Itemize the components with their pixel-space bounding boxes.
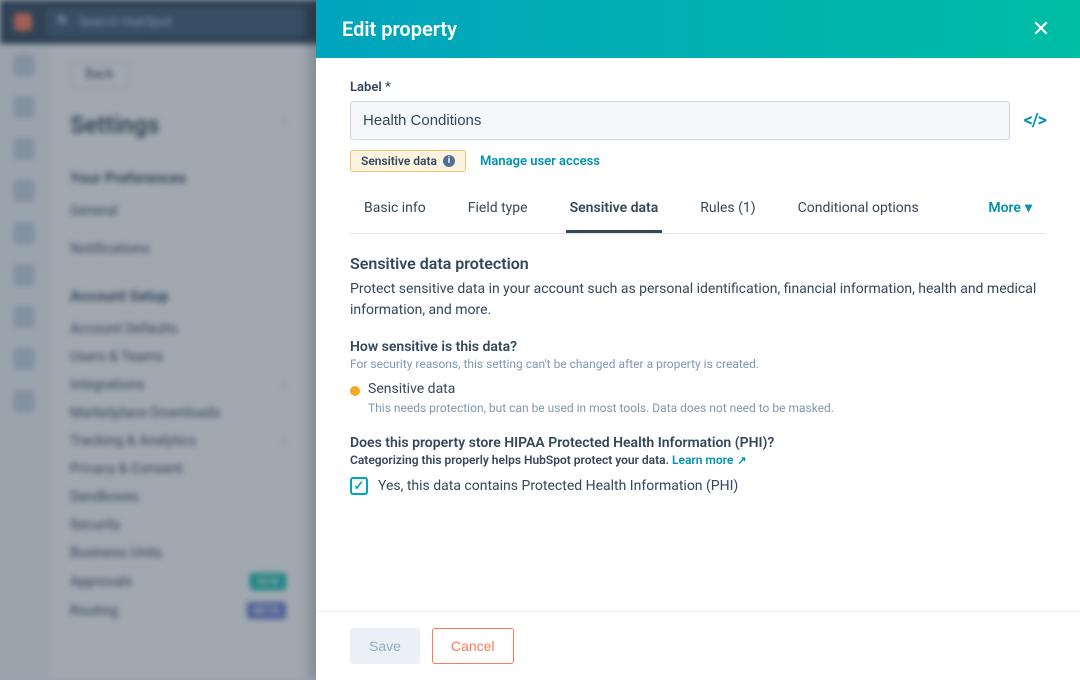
tab-sensitive-data[interactable]: Sensitive data bbox=[566, 190, 663, 233]
pill-label: Sensitive data bbox=[361, 154, 437, 168]
close-icon: ✕ bbox=[1032, 17, 1050, 42]
learn-more-link[interactable]: Learn more ↗ bbox=[672, 453, 747, 467]
how-sensitive-heading: How sensitive is this data? bbox=[350, 339, 1046, 355]
label-text: Label bbox=[350, 80, 382, 95]
code-toggle-icon[interactable]: </> bbox=[1024, 110, 1046, 131]
sensitivity-level-label: Sensitive data bbox=[368, 381, 455, 397]
save-button[interactable]: Save bbox=[350, 628, 420, 664]
manage-user-access-link[interactable]: Manage user access bbox=[480, 154, 600, 169]
required-indicator: * bbox=[385, 80, 391, 95]
tab-rules[interactable]: Rules (1) bbox=[696, 190, 759, 233]
sensitivity-level-desc: This needs protection, but can be used i… bbox=[368, 401, 1046, 415]
phi-checkbox-label: Yes, this data contains Protected Health… bbox=[378, 478, 738, 494]
tab-conditional-options[interactable]: Conditional options bbox=[794, 190, 923, 233]
phi-note: Categorizing this properly helps HubSpot… bbox=[350, 453, 1046, 467]
label-field-label: Label * bbox=[350, 80, 1046, 95]
sensitivity-level-row: Sensitive data bbox=[350, 381, 1046, 397]
modal-body: Label * </> Sensitive data i Manage user… bbox=[316, 58, 1080, 611]
modal-header: Edit property ✕ bbox=[316, 0, 1080, 58]
tab-more-label: More bbox=[988, 200, 1021, 216]
how-sensitive-note: For security reasons, this setting can't… bbox=[350, 357, 1046, 371]
phi-checkbox[interactable]: ✓ bbox=[350, 477, 368, 495]
sensitive-protection-desc: Protect sensitive data in your account s… bbox=[350, 279, 1046, 321]
sensitivity-dot-icon bbox=[350, 386, 360, 396]
tab-field-type[interactable]: Field type bbox=[464, 190, 532, 233]
close-button[interactable]: ✕ bbox=[1028, 16, 1054, 42]
modal-title: Edit property bbox=[342, 17, 457, 41]
edit-property-modal: Edit property ✕ Label * </> Sensitive da… bbox=[316, 0, 1080, 680]
property-tabs: Basic info Field type Sensitive data Rul… bbox=[350, 190, 1046, 234]
label-input[interactable] bbox=[350, 101, 1010, 140]
tab-basic-info[interactable]: Basic info bbox=[360, 190, 430, 233]
chevron-down-icon: ▾ bbox=[1025, 200, 1032, 216]
phi-heading: Does this property store HIPAA Protected… bbox=[350, 435, 1046, 451]
sensitive-data-pill: Sensitive data i bbox=[350, 150, 466, 172]
check-icon: ✓ bbox=[354, 479, 365, 494]
external-link-icon: ↗ bbox=[737, 454, 746, 467]
phi-checkbox-row[interactable]: ✓ Yes, this data contains Protected Heal… bbox=[350, 477, 1046, 495]
phi-note-text: Categorizing this properly helps HubSpot… bbox=[350, 453, 672, 467]
cancel-button[interactable]: Cancel bbox=[432, 628, 514, 664]
learn-more-label: Learn more bbox=[672, 453, 733, 467]
info-icon[interactable]: i bbox=[443, 155, 455, 167]
tab-more[interactable]: More ▾ bbox=[984, 190, 1036, 233]
modal-footer: Save Cancel bbox=[316, 611, 1080, 680]
sensitive-protection-heading: Sensitive data protection bbox=[350, 254, 1046, 273]
